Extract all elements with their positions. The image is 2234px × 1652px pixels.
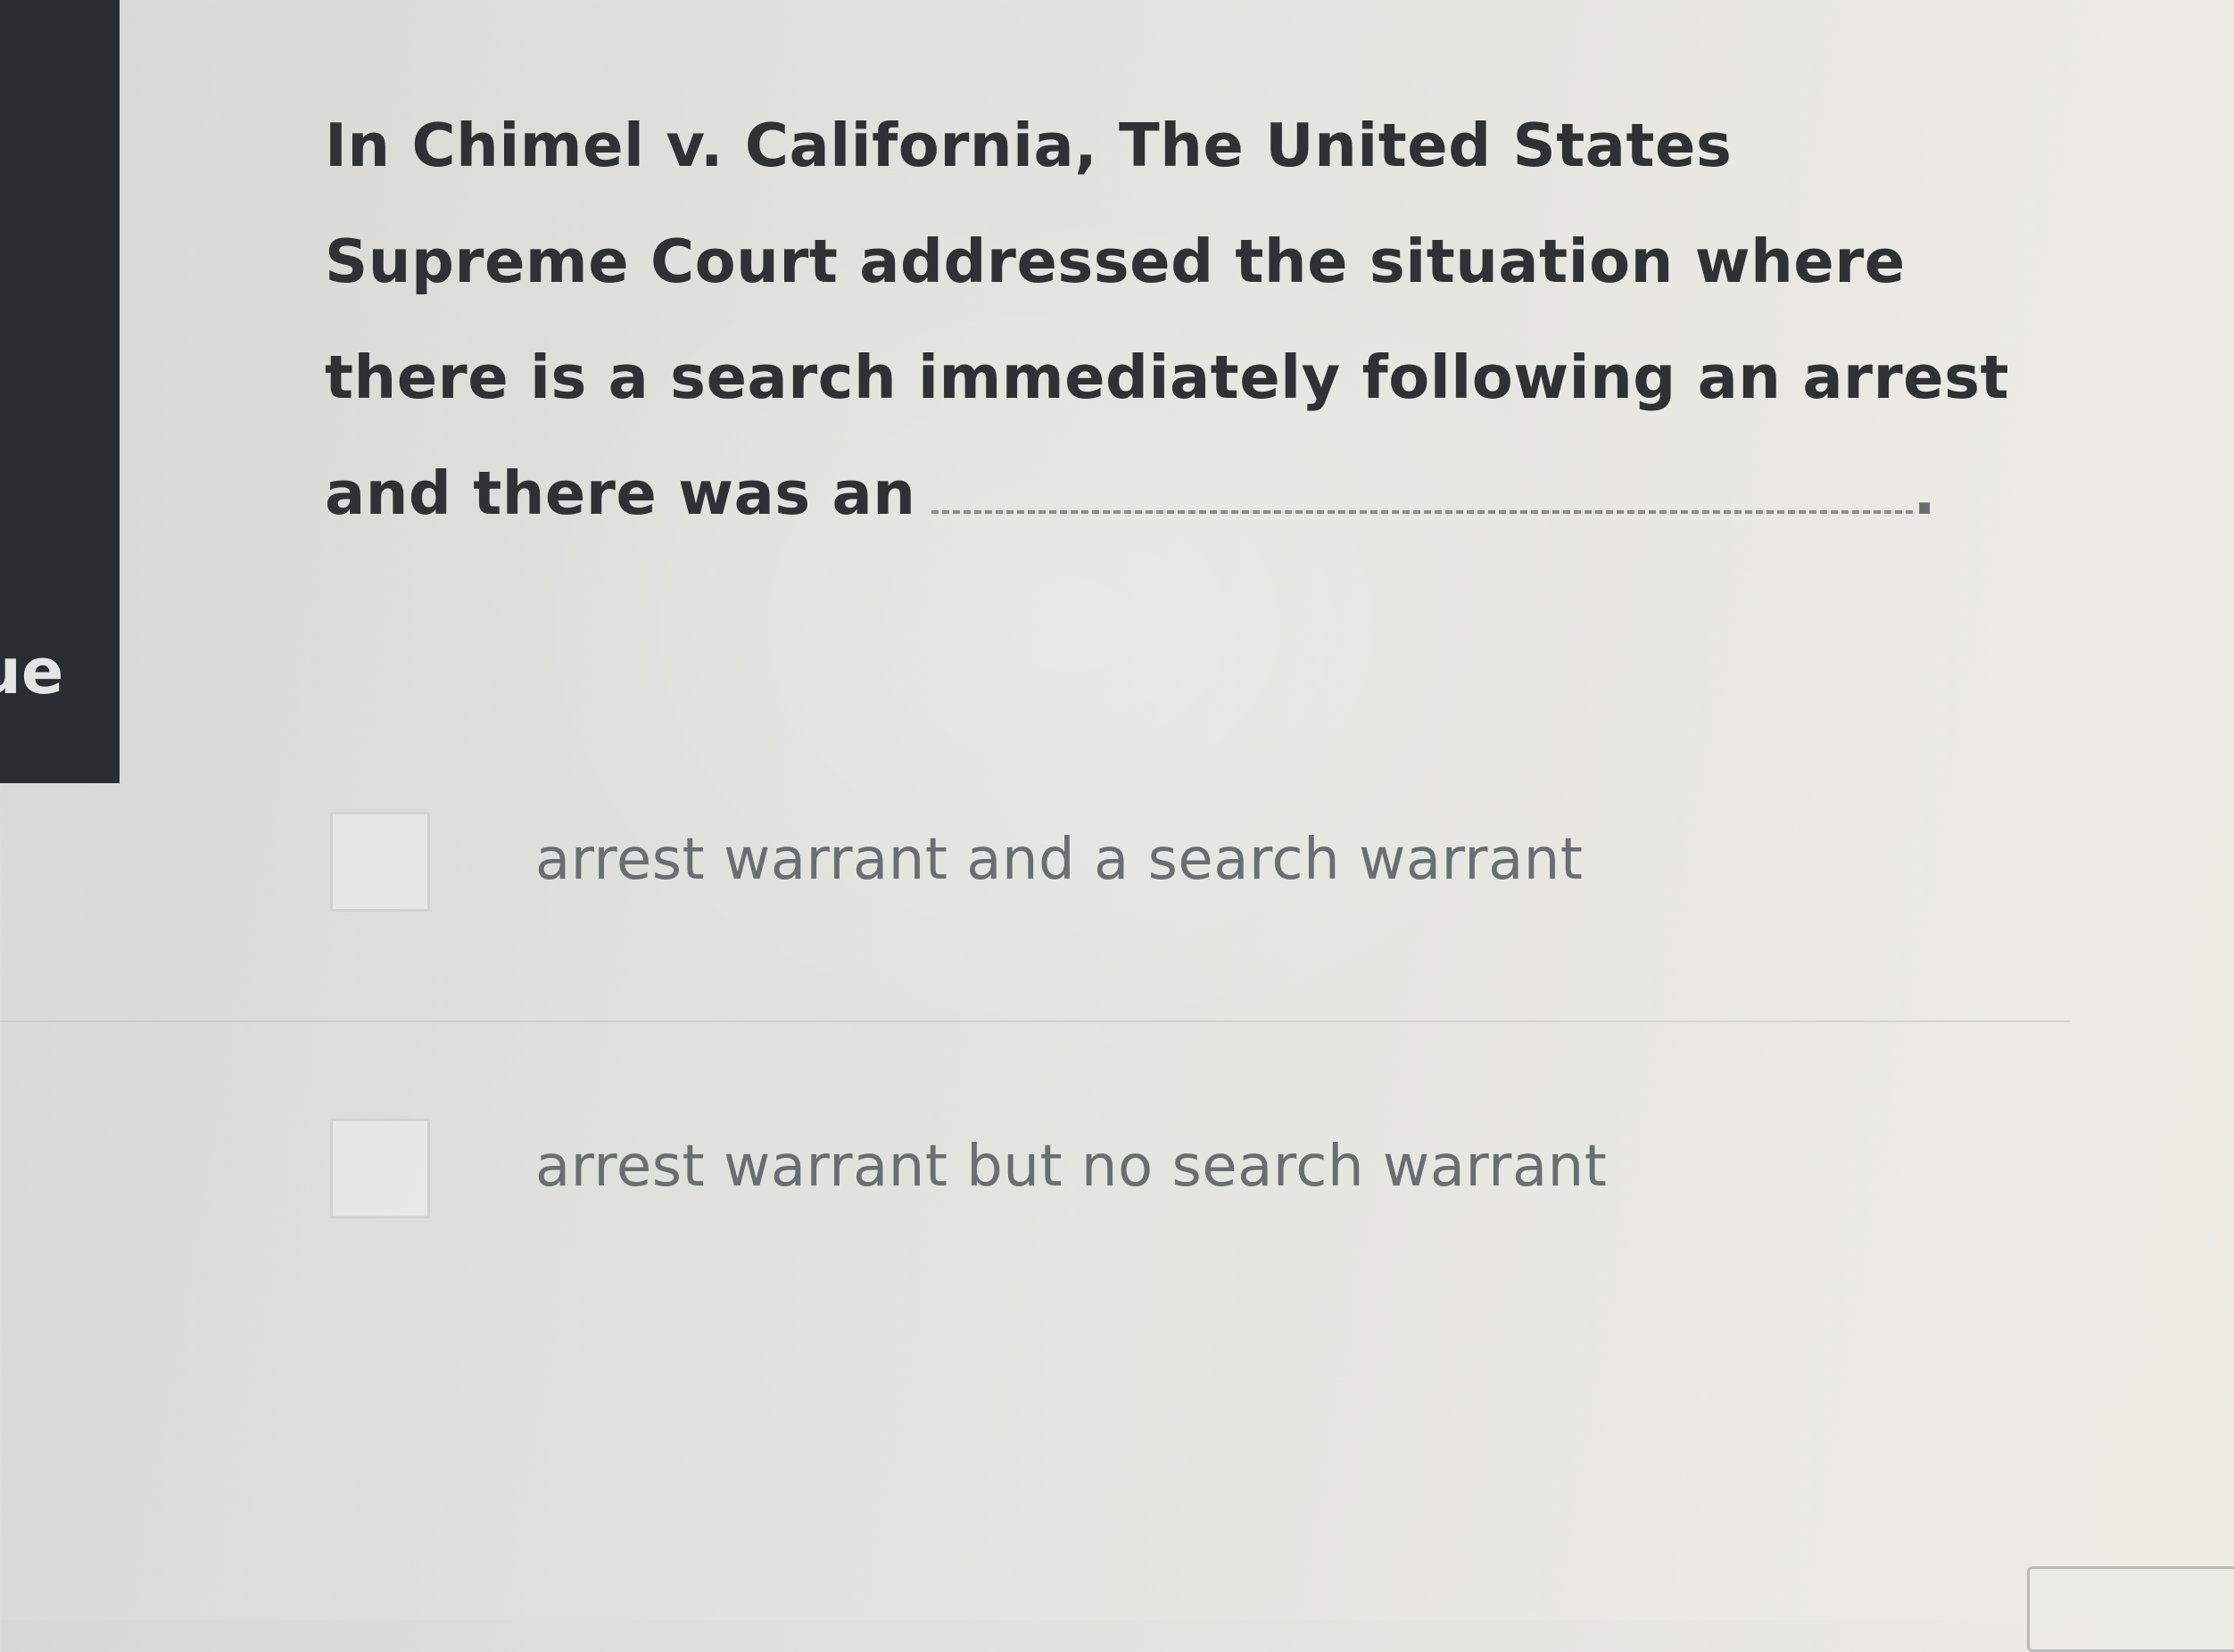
question-prompt: In Chimel v. California, The United Stat… [325,87,2020,551]
sidebar-partial-label: ue [0,635,64,708]
option-1-label[interactable]: arrest warrant and a search warrant [535,831,1583,888]
option-divider [0,1020,2070,1022]
answer-blank [931,460,1914,514]
option-2-label[interactable]: arrest warrant but no search warrant [535,1138,1607,1195]
option-1-checkbox[interactable] [330,812,430,912]
corner-button[interactable] [2027,1566,2234,1652]
answer-option-2[interactable]: arrest warrant but no search warrant [321,1115,2106,1231]
sidebar-panel: ue [0,0,120,783]
answer-option-1[interactable]: arrest warrant and a search warrant [321,808,2106,924]
question-end-punctuation: . [1913,458,1937,528]
option-2-checkbox[interactable] [330,1119,430,1218]
